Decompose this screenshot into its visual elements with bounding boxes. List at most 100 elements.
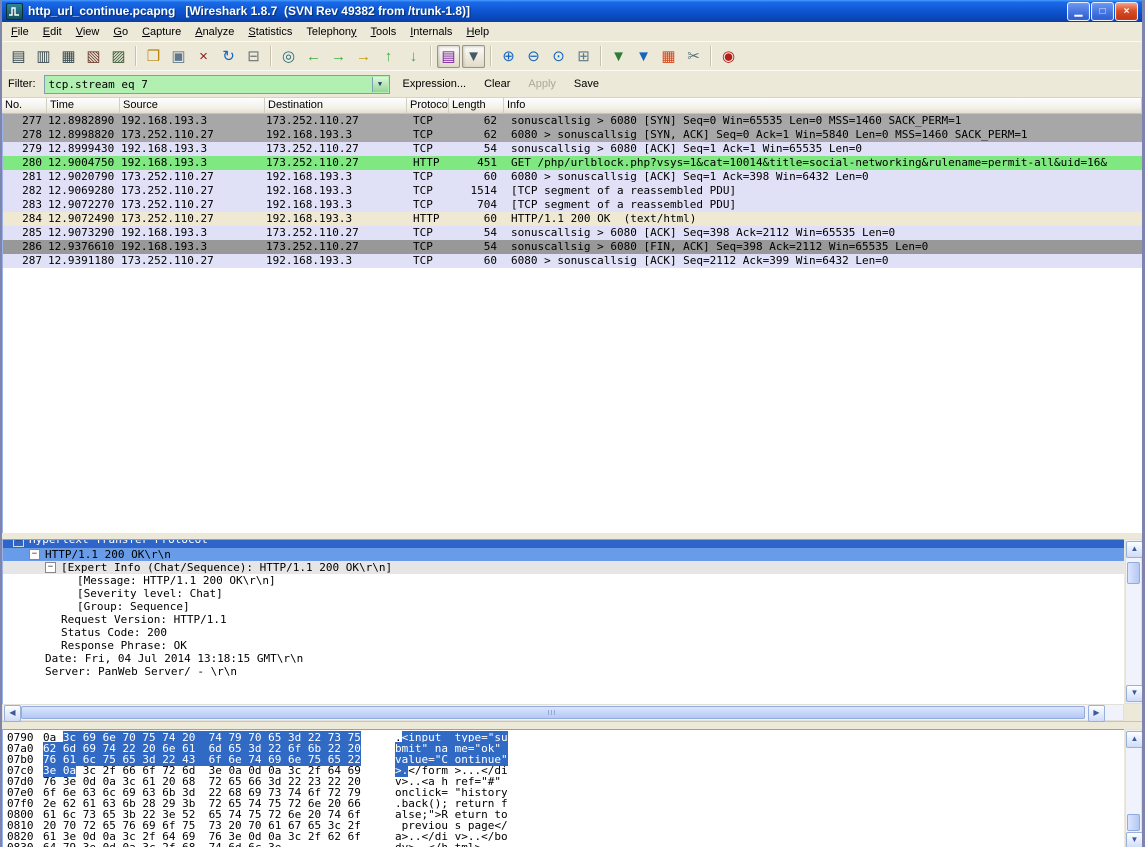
column-header-time[interactable]: Time xyxy=(47,98,120,114)
menu-statistics[interactable]: Statistics xyxy=(241,24,299,40)
detail-text: [Group: Sequence] xyxy=(77,600,190,613)
hex-row-0830[interactable]: 083064 79 3e 0d 0a 3c 2f 68 74 6d 6c 3ed… xyxy=(3,842,1124,847)
scroll-up-button[interactable] xyxy=(1126,541,1143,558)
toolbar-separator xyxy=(270,46,272,66)
packet-row-277[interactable]: 27712.8982890192.168.193.3173.252.110.27… xyxy=(3,114,1142,128)
go-back-icon[interactable]: ← xyxy=(302,45,325,68)
menu-internals[interactable]: Internals xyxy=(403,24,459,40)
bytes-vertical-scrollbar[interactable] xyxy=(1125,729,1142,847)
menu-capture[interactable]: Capture xyxy=(135,24,188,40)
scroll-up-button[interactable] xyxy=(1126,731,1143,748)
column-header-length[interactable]: Length xyxy=(449,98,504,114)
column-header-destination[interactable]: Destination xyxy=(265,98,407,114)
scroll-right-button[interactable] xyxy=(1088,705,1105,722)
capture-restart-icon[interactable]: ▨ xyxy=(107,45,130,68)
title-bar[interactable]: http_url_continue.pcapng [Wireshark 1.8.… xyxy=(2,0,1142,22)
detail-row[interactable]: [Expert Info (Chat/Sequence): HTTP/1.1 2… xyxy=(3,561,1124,574)
column-header-no[interactable]: No. xyxy=(2,98,47,114)
cell-info: 6080 > sonuscallsig [ACK] Seq=1 Ack=398 … xyxy=(505,170,1142,184)
menu-view[interactable]: View xyxy=(69,24,107,40)
find-packet-icon[interactable]: ◎ xyxy=(277,45,300,68)
details-horizontal-scrollbar[interactable] xyxy=(2,704,1124,721)
detail-row[interactable]: Response Phrase: OK xyxy=(3,639,1124,652)
menu-go[interactable]: Go xyxy=(106,24,135,40)
scroll-thumb[interactable] xyxy=(1127,814,1140,831)
detail-row[interactable]: [Severity level: Chat] xyxy=(3,587,1124,600)
list-interfaces-icon[interactable]: ▤ xyxy=(7,45,30,68)
print-icon[interactable]: ⊟ xyxy=(242,45,265,68)
cell-dst: 173.252.110.27 xyxy=(266,240,408,254)
detail-row[interactable]: HTTP/1.1 200 OK\r\n xyxy=(3,548,1124,561)
zoom-100-icon[interactable]: ⊙ xyxy=(547,45,570,68)
capture-filter-icon[interactable]: ▼ xyxy=(607,45,630,68)
scroll-down-button[interactable] xyxy=(1126,685,1143,702)
column-header-info[interactable]: Info xyxy=(504,98,1142,114)
detail-row[interactable]: Request Version: HTTP/1.1 xyxy=(3,613,1124,626)
packet-row-279[interactable]: 27912.8999430192.168.193.3173.252.110.27… xyxy=(3,142,1142,156)
menu-tools[interactable]: Tools xyxy=(364,24,404,40)
packet-row-280[interactable]: 28012.9004750192.168.193.3173.252.110.27… xyxy=(3,156,1142,170)
cell-dst: 173.252.110.27 xyxy=(266,156,408,170)
packet-row-278[interactable]: 27812.8998820173.252.110.27192.168.193.3… xyxy=(3,128,1142,142)
zoom-out-icon[interactable]: ⊖ xyxy=(522,45,545,68)
packet-row-286[interactable]: 28612.9376610192.168.193.3173.252.110.27… xyxy=(3,240,1142,254)
preferences-icon[interactable]: ✂ xyxy=(682,45,705,68)
detail-row[interactable]: [Group: Sequence] xyxy=(3,600,1124,613)
column-header-source[interactable]: Source xyxy=(120,98,265,114)
scroll-down-button[interactable] xyxy=(1126,832,1143,847)
maximize-button[interactable]: □ xyxy=(1091,2,1114,21)
display-filter-icon[interactable]: ▼ xyxy=(632,45,655,68)
cell-src: 192.168.193.3 xyxy=(121,156,266,170)
coloring-rules-icon[interactable]: ▦ xyxy=(657,45,680,68)
collapse-icon[interactable] xyxy=(45,562,56,573)
detail-row[interactable]: Server: PanWeb Server/ - \r\n xyxy=(3,665,1124,678)
goto-packet-icon[interactable]: → xyxy=(352,45,375,68)
scroll-left-button[interactable] xyxy=(4,705,21,722)
cell-src: 173.252.110.27 xyxy=(121,128,266,142)
help-icon[interactable]: ◉ xyxy=(717,45,740,68)
packet-row-281[interactable]: 28112.9020790173.252.110.27192.168.193.3… xyxy=(3,170,1142,184)
close-file-icon[interactable]: × xyxy=(192,45,215,68)
detail-row[interactable]: Date: Fri, 04 Jul 2014 13:18:15 GMT\r\n xyxy=(3,652,1124,665)
menu-file[interactable]: File xyxy=(4,24,36,40)
menu-telephony[interactable]: Telephony xyxy=(299,24,363,40)
minimize-button[interactable]: ▁ xyxy=(1067,2,1090,21)
scroll-thumb[interactable] xyxy=(1127,562,1140,584)
go-bottom-icon[interactable]: ↓ xyxy=(402,45,425,68)
menu-analyze[interactable]: Analyze xyxy=(188,24,241,40)
save-file-icon[interactable]: ▣ xyxy=(167,45,190,68)
collapse-icon[interactable] xyxy=(29,549,40,560)
packet-row-283[interactable]: 28312.9072270173.252.110.27192.168.193.3… xyxy=(3,198,1142,212)
column-header-protocol[interactable]: Protocol xyxy=(407,98,449,114)
detail-row[interactable]: Hypertext Transfer Protocol xyxy=(3,540,1124,548)
close-button[interactable]: × xyxy=(1115,2,1138,21)
expression-button[interactable]: Expression... xyxy=(394,75,476,93)
chevron-down-icon[interactable]: ▼ xyxy=(372,77,388,92)
capture-options-icon[interactable]: ▥ xyxy=(32,45,55,68)
go-top-icon[interactable]: ↑ xyxy=(377,45,400,68)
reload-icon[interactable]: ↻ xyxy=(217,45,240,68)
packet-row-284[interactable]: 28412.9072490173.252.110.27192.168.193.3… xyxy=(3,212,1142,226)
pane-splitter[interactable] xyxy=(2,721,1142,729)
menu-help[interactable]: Help xyxy=(459,24,496,40)
colorize-toggle[interactable]: ▤ xyxy=(437,45,460,68)
resize-columns-icon[interactable]: ⊞ xyxy=(572,45,595,68)
autoscroll-toggle[interactable]: ▼ xyxy=(462,45,485,68)
detail-row[interactable]: [Message: HTTP/1.1 200 OK\r\n] xyxy=(3,574,1124,587)
packet-row-285[interactable]: 28512.9073290192.168.193.3173.252.110.27… xyxy=(3,226,1142,240)
scroll-thumb[interactable] xyxy=(21,706,1085,719)
details-vertical-scrollbar[interactable] xyxy=(1125,539,1142,704)
go-forward-icon[interactable]: → xyxy=(327,45,350,68)
save-button[interactable]: Save xyxy=(565,75,608,93)
collapse-icon[interactable] xyxy=(13,540,24,547)
packet-row-287[interactable]: 28712.9391180173.252.110.27192.168.193.3… xyxy=(3,254,1142,268)
capture-start-icon[interactable]: ▦ xyxy=(57,45,80,68)
zoom-in-icon[interactable]: ⊕ xyxy=(497,45,520,68)
clear-button[interactable]: Clear xyxy=(475,75,519,93)
menu-edit[interactable]: Edit xyxy=(36,24,69,40)
filter-input[interactable]: tcp.stream eq 7 ▼ xyxy=(44,75,390,94)
packet-row-282[interactable]: 28212.9069280173.252.110.27192.168.193.3… xyxy=(3,184,1142,198)
open-file-icon[interactable]: ❒ xyxy=(142,45,165,68)
capture-stop-icon[interactable]: ▧ xyxy=(82,45,105,68)
detail-row[interactable]: Status Code: 200 xyxy=(3,626,1124,639)
